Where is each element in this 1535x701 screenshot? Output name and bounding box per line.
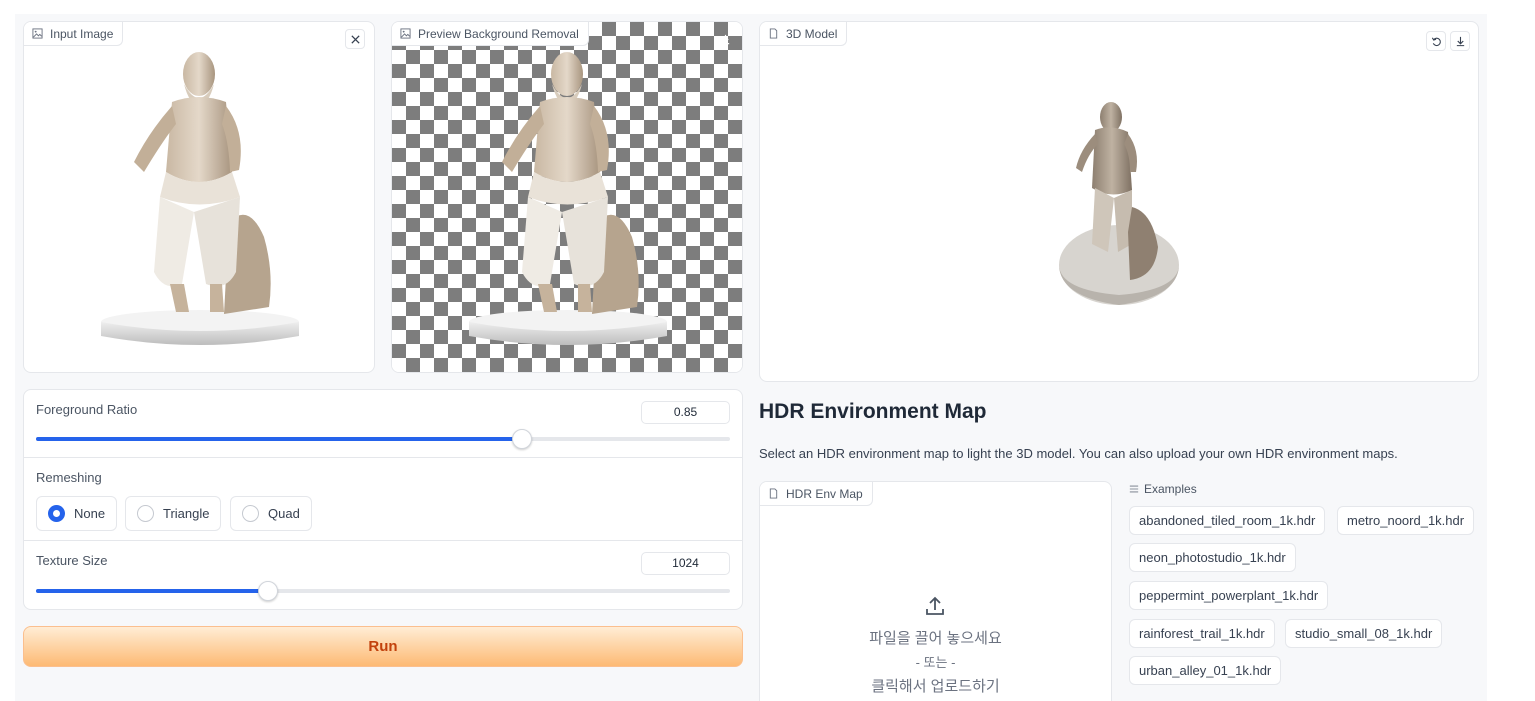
texture-size-row: Texture Size 1024 xyxy=(24,541,742,611)
texture-size-fill xyxy=(36,589,269,593)
hdr-section-description: Select an HDR environment map to light t… xyxy=(759,446,1398,461)
foreground-ratio-thumb[interactable] xyxy=(511,429,532,449)
hdr-env-map-upload[interactable]: HDR Env Map 파일을 끌어 놓으세요 - 또는 - 클릭해서 업로드하… xyxy=(759,481,1112,701)
settings-panel: Foreground Ratio 0.85 Remeshing None Tri… xyxy=(23,389,743,610)
input-statue-image xyxy=(101,52,299,345)
upload-instructions: 파일을 끌어 놓으세요 - 또는 - 클릭해서 업로드하기 xyxy=(760,627,1111,699)
file-icon xyxy=(769,488,778,499)
input-image-label: Input Image xyxy=(24,22,124,46)
example-hdr-item[interactable]: abandoned_tiled_room_1k.hdr xyxy=(1129,506,1326,535)
click-upload-text: 클릭해서 업로드하기 xyxy=(871,678,1000,695)
image-icon xyxy=(32,28,43,39)
remeshing-label: Remeshing xyxy=(36,470,102,485)
example-hdr-item[interactable]: neon_photostudio_1k.hdr xyxy=(1129,543,1296,572)
app-container: Input Image Preview Background Removal 3… xyxy=(15,14,1487,701)
list-icon xyxy=(1129,485,1139,493)
radio-selected-icon xyxy=(48,505,65,522)
foreground-ratio-fill xyxy=(36,437,522,441)
hdr-env-map-label: HDR Env Map xyxy=(760,482,873,506)
example-hdr-item[interactable]: rainforest_trail_1k.hdr xyxy=(1129,619,1275,648)
file-icon xyxy=(769,28,778,39)
3d-model-panel[interactable]: 3D Model xyxy=(759,21,1479,382)
foreground-ratio-input[interactable]: 0.85 xyxy=(641,401,730,424)
download-preview-button[interactable] xyxy=(715,29,735,49)
example-hdr-item[interactable]: peppermint_powerplant_1k.hdr xyxy=(1129,581,1329,610)
radio-unselected-icon xyxy=(242,505,259,522)
upload-icon xyxy=(926,596,944,615)
hdr-section-title: HDR Environment Map xyxy=(759,400,987,423)
remeshing-option-none[interactable]: None xyxy=(36,496,118,531)
undo-icon xyxy=(1431,37,1441,46)
foreground-ratio-slider[interactable] xyxy=(36,429,730,449)
radio-unselected-icon xyxy=(137,505,154,522)
remeshing-option-quad[interactable]: Quad xyxy=(230,496,312,531)
foreground-ratio-label: Foreground Ratio xyxy=(36,402,138,417)
example-hdr-item[interactable]: metro_noord_1k.hdr xyxy=(1337,506,1475,535)
example-hdr-item[interactable]: urban_alley_01_1k.hdr xyxy=(1129,656,1282,685)
input-image-panel[interactable]: Input Image xyxy=(23,21,375,373)
clear-image-button[interactable] xyxy=(345,29,365,49)
download-model-button[interactable] xyxy=(1450,31,1470,51)
example-hdr-item[interactable]: studio_small_08_1k.hdr xyxy=(1285,619,1443,648)
or-text: - 또는 - xyxy=(915,655,956,670)
foreground-ratio-row: Foreground Ratio 0.85 xyxy=(24,390,742,458)
3d-model-label: 3D Model xyxy=(760,22,848,46)
texture-size-thumb[interactable] xyxy=(258,581,279,601)
run-button[interactable]: Run xyxy=(23,626,743,667)
preview-statue-image xyxy=(469,52,667,345)
preview-label: Preview Background Removal xyxy=(392,22,589,46)
drop-text: 파일을 끌어 놓으세요 xyxy=(869,630,1002,647)
preview-background-removal-panel: Preview Background Removal xyxy=(391,21,743,373)
download-icon xyxy=(721,34,729,44)
remeshing-option-triangle[interactable]: Triangle xyxy=(125,496,222,531)
3d-model-viewer[interactable] xyxy=(760,22,1479,382)
examples-header: Examples xyxy=(1129,482,1197,496)
reset-view-button[interactable] xyxy=(1426,31,1446,51)
texture-size-slider[interactable] xyxy=(36,581,730,601)
download-icon xyxy=(1456,36,1464,46)
image-icon xyxy=(400,28,411,39)
remeshing-row: Remeshing None Triangle Quad xyxy=(24,458,742,541)
texture-size-label: Texture Size xyxy=(36,553,108,568)
texture-size-input[interactable]: 1024 xyxy=(641,552,730,575)
close-icon xyxy=(350,34,360,44)
